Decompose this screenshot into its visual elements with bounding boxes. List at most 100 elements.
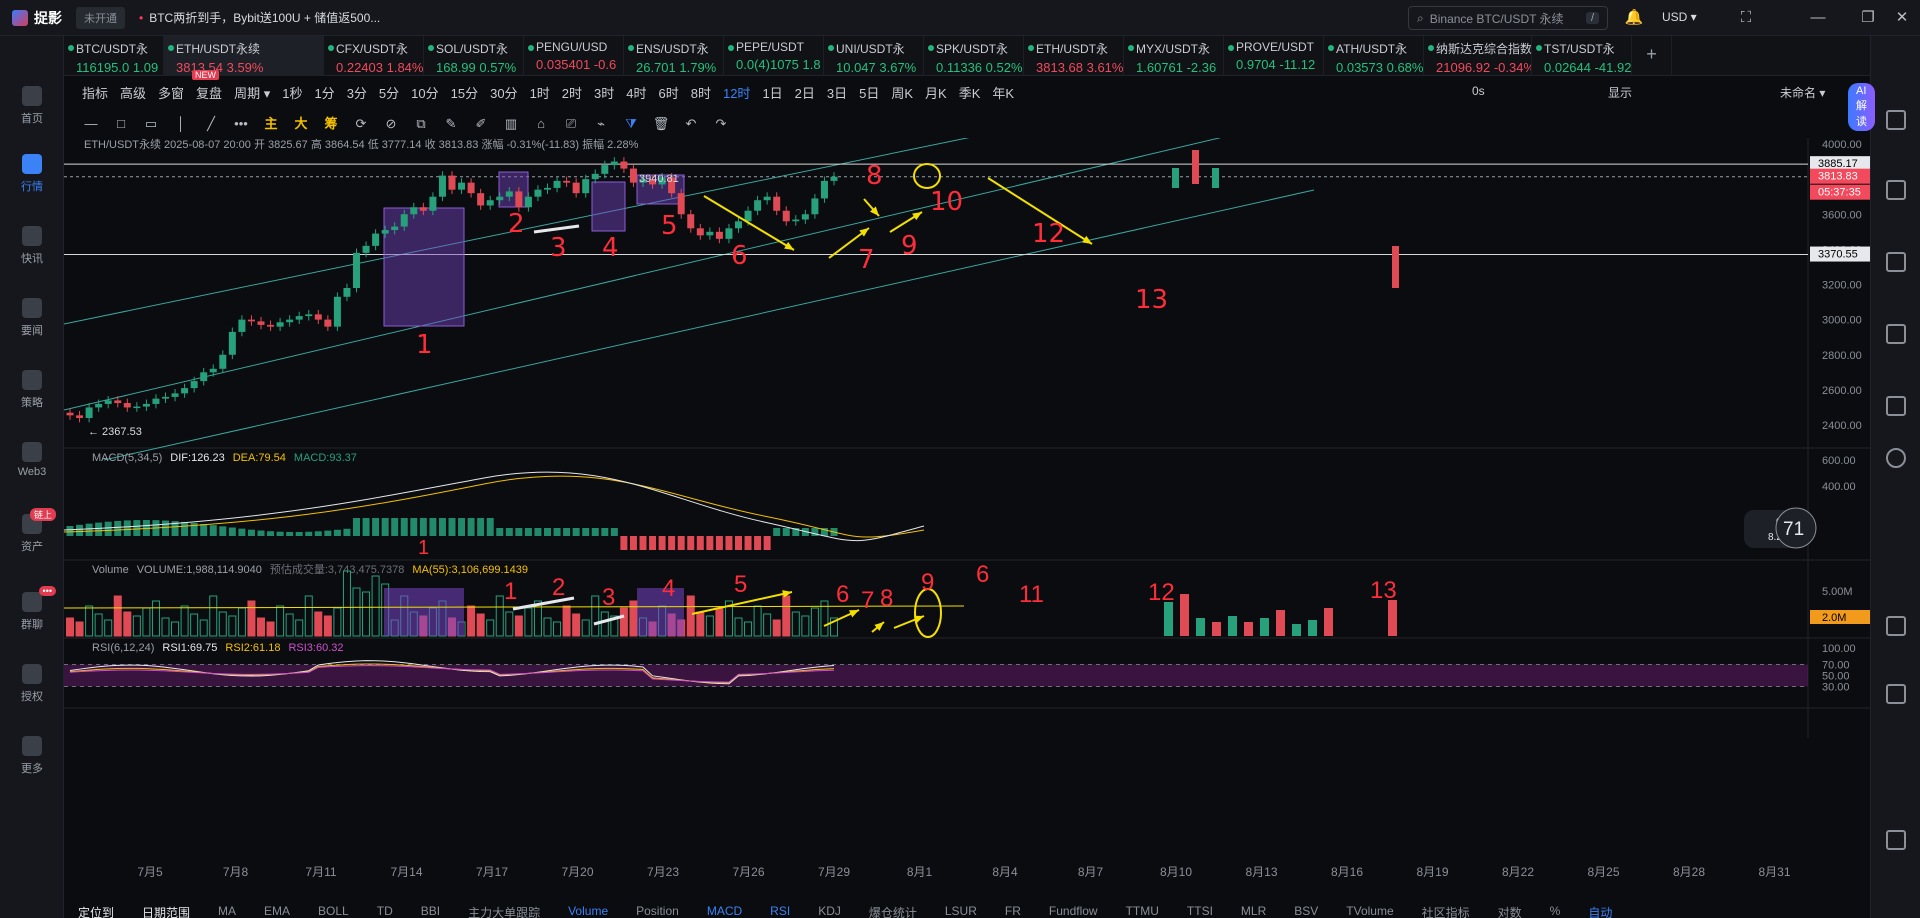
close-icon[interactable]: ✕	[1892, 8, 1912, 28]
ticker-tab[interactable]: UNI/USDT永 10.047 3.67%	[824, 36, 924, 76]
bottom-tab[interactable]: LSUR	[931, 904, 991, 918]
draw-tool[interactable]: ⎚	[562, 115, 580, 133]
ticker-tab[interactable]: BTC/USDT永 116195.0 1.09	[64, 36, 164, 76]
draw-tool[interactable]: ↷	[712, 115, 730, 133]
bottom-tab[interactable]: 主力大单跟踪	[454, 904, 554, 918]
indicator-button[interactable]: 指标	[64, 83, 114, 102]
advanced-button[interactable]: 高级	[114, 83, 152, 102]
bottom-tab[interactable]: BOLL	[304, 904, 363, 918]
bottom-tab[interactable]: MACD	[693, 904, 756, 918]
draw-tool[interactable]: ↶	[682, 115, 700, 133]
search-box[interactable]: ⌕ Binance BTC/USDT 永续 /	[1408, 6, 1608, 30]
minimize-icon[interactable]: —	[1808, 8, 1828, 28]
nav-item-8[interactable]: 授权	[0, 664, 64, 704]
bell-icon[interactable]: 🔔	[1624, 8, 1644, 28]
draw-tool[interactable]: ⌁	[592, 115, 610, 133]
period-option[interactable]: 1时	[524, 83, 556, 102]
info-icon[interactable]	[1886, 448, 1906, 468]
nav-item-9[interactable]: 更多	[0, 736, 64, 776]
period-option[interactable]: 2时	[556, 83, 588, 102]
nav-item-0[interactable]: 首页	[0, 86, 64, 126]
fullscreen-icon[interactable]: ⛶	[1736, 8, 1756, 28]
ticker-tab[interactable]: ATH/USDT永 0.03573 0.68%	[1324, 36, 1424, 76]
draw-tool[interactable]: ╱	[202, 115, 220, 133]
bottom-tab[interactable]: MA	[204, 904, 250, 918]
zero-seconds[interactable]: 0s	[1472, 84, 1485, 98]
app-logo[interactable]: 捉影	[0, 8, 72, 28]
period-option[interactable]: 2日	[789, 83, 821, 102]
draw-tool[interactable]: ▭	[142, 115, 160, 133]
bottom-tab[interactable]: 日期范围	[128, 904, 204, 918]
bottom-tab[interactable]: KDJ	[804, 904, 855, 918]
draw-tool[interactable]: 🗑	[652, 115, 670, 133]
period-option[interactable]: 周K	[885, 83, 919, 102]
period-option[interactable]: 5分	[373, 83, 405, 102]
bottom-tab[interactable]: %	[1536, 904, 1575, 918]
bottom-tab[interactable]: 自动	[1574, 904, 1626, 918]
currency-select[interactable]: USD ▾	[1662, 10, 1697, 24]
draw-tool[interactable]: 筹	[322, 115, 340, 133]
period-option[interactable]: 3日	[821, 83, 853, 102]
bottom-tab[interactable]: Fundflow	[1035, 904, 1112, 918]
period-select[interactable]: 周期 ▾	[228, 83, 276, 102]
nav-item-4[interactable]: 策略	[0, 370, 64, 410]
draw-tool[interactable]: ⌂	[532, 115, 550, 133]
draw-tool[interactable]: ⧉	[412, 115, 430, 133]
bottom-tab[interactable]: TTMU	[1112, 904, 1173, 918]
period-option[interactable]: 年K	[986, 83, 1020, 102]
ticker-tab[interactable]: PROVE/USDT 0.9704 -11.12	[1224, 36, 1324, 76]
draw-tool[interactable]: 主	[262, 115, 280, 133]
ticker-tab[interactable]: PENGU/USD 0.035401 -0.6	[524, 36, 624, 76]
ticker-tab[interactable]: PEPE/USDT 0.0(4)1075 1.8	[724, 36, 824, 76]
bottom-tab[interactable]: RSI	[756, 904, 804, 918]
period-option[interactable]: 月K	[919, 83, 953, 102]
bottom-tab[interactable]: EMA	[250, 904, 304, 918]
period-option[interactable]: 季K	[953, 83, 987, 102]
nav-item-2[interactable]: 快讯	[0, 226, 64, 266]
draw-tool[interactable]: ✎	[442, 115, 460, 133]
ticker-tab[interactable]: ETH/USDT永续 3813.54 3.59%	[164, 36, 324, 76]
period-option[interactable]: 1分	[308, 83, 340, 102]
notes-icon[interactable]	[1886, 616, 1906, 636]
ticker-tab[interactable]: SOL/USDT永 168.99 0.57%	[424, 36, 524, 76]
bottom-tab[interactable]: 爆仓统计	[855, 904, 931, 918]
draw-tool[interactable]: ▥	[502, 115, 520, 133]
layout-icon[interactable]	[1886, 324, 1906, 344]
ticker-tab[interactable]: SPK/USDT永 0.11336 0.52%	[924, 36, 1024, 76]
add-ticker-button[interactable]: +	[1632, 36, 1672, 76]
bottom-tab[interactable]: MLR	[1227, 904, 1280, 918]
restore-icon[interactable]: ❐	[1858, 8, 1878, 28]
ticker-tab[interactable]: ENS/USDT永 26.701 1.79%	[624, 36, 724, 76]
period-option[interactable]: 8时	[685, 83, 717, 102]
bottom-tab[interactable]: BSV	[1280, 904, 1332, 918]
period-option[interactable]: 30分	[484, 83, 523, 102]
search-input[interactable]: Binance BTC/USDT 永续	[1430, 10, 1564, 27]
bottom-tab[interactable]: BBI	[407, 904, 454, 918]
draw-tool[interactable]: •••	[232, 115, 250, 133]
nav-item-3[interactable]: 要闻	[0, 298, 64, 338]
period-option[interactable]: 6时	[653, 83, 685, 102]
draw-tool[interactable]: 大	[292, 115, 310, 133]
period-option[interactable]: 15分	[445, 83, 484, 102]
ticker-tab[interactable]: 纳斯达克综合指数 21096.92 -0.34%	[1424, 36, 1532, 76]
period-option[interactable]: 1秒	[276, 83, 308, 102]
bottom-tab[interactable]: 社区指标	[1408, 904, 1484, 918]
display-button[interactable]: 显示	[1608, 84, 1632, 101]
ai-analysis-button[interactable]: AI解读	[1848, 83, 1875, 131]
draw-tool[interactable]: │	[172, 115, 190, 133]
draw-tool[interactable]: ⧩	[622, 115, 640, 133]
ticker-tab[interactable]: MYX/USDT永 1.60761 -2.36	[1124, 36, 1224, 76]
chart-area[interactable]: ETH/USDT永续 2025-08-07 20:00 开 3825.67 高 …	[64, 138, 1870, 890]
nav-item-5[interactable]: Web3	[0, 442, 64, 478]
orderbook-icon[interactable]	[1886, 180, 1906, 200]
draw-tool[interactable]: ✐	[472, 115, 490, 133]
promo-banner[interactable]: BTC两折到手，Bybit送100U + 储值返500...	[139, 9, 380, 26]
bottom-tab[interactable]: Volume	[554, 904, 622, 918]
settings-icon[interactable]	[1886, 830, 1906, 850]
bottom-tab[interactable]: 对数	[1484, 904, 1536, 918]
period-option[interactable]: 1日	[756, 83, 788, 102]
draw-tool[interactable]: ⊘	[382, 115, 400, 133]
trades-icon[interactable]	[1886, 396, 1906, 416]
multi-window-button[interactable]: 多窗	[152, 83, 190, 102]
bottom-tab[interactable]: TTSI	[1173, 904, 1227, 918]
